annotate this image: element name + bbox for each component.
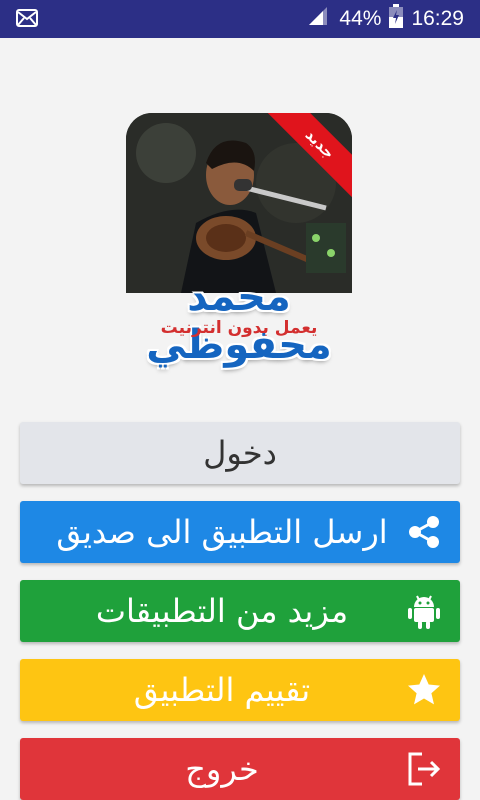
rate-app-button[interactable]: تقييم التطبيق (20, 659, 460, 721)
login-label: دخول (203, 434, 277, 472)
star-icon (406, 672, 442, 708)
app-logo: جديد محمد محفوظي يعمل بدون انترنيت (126, 113, 354, 368)
clock: 16:29 (411, 7, 464, 30)
exit-button[interactable]: خروج (20, 738, 460, 800)
share-icon (406, 514, 442, 550)
signal-icon (307, 5, 329, 33)
login-button[interactable]: دخول (20, 422, 460, 484)
rate-label: تقييم التطبيق (133, 671, 311, 709)
android-icon (406, 593, 442, 629)
more-apps-button[interactable]: مزيد من التطبيقات (20, 580, 460, 642)
battery-percent: 44% (339, 7, 382, 30)
mail-icon (16, 9, 38, 31)
app-subtitle: يعمل بدون انترنيت (160, 318, 318, 338)
exit-label: خروج (185, 750, 259, 788)
singer-photo: جديد (126, 113, 352, 293)
logout-icon (406, 751, 442, 787)
more-apps-label: مزيد من التطبيقات (95, 592, 349, 630)
share-app-button[interactable]: ارسل التطبيق الى صديق (20, 501, 460, 563)
status-bar: 44% 16:29 (0, 0, 480, 38)
battery-icon (389, 4, 404, 34)
share-label: ارسل التطبيق الى صديق (56, 513, 388, 551)
